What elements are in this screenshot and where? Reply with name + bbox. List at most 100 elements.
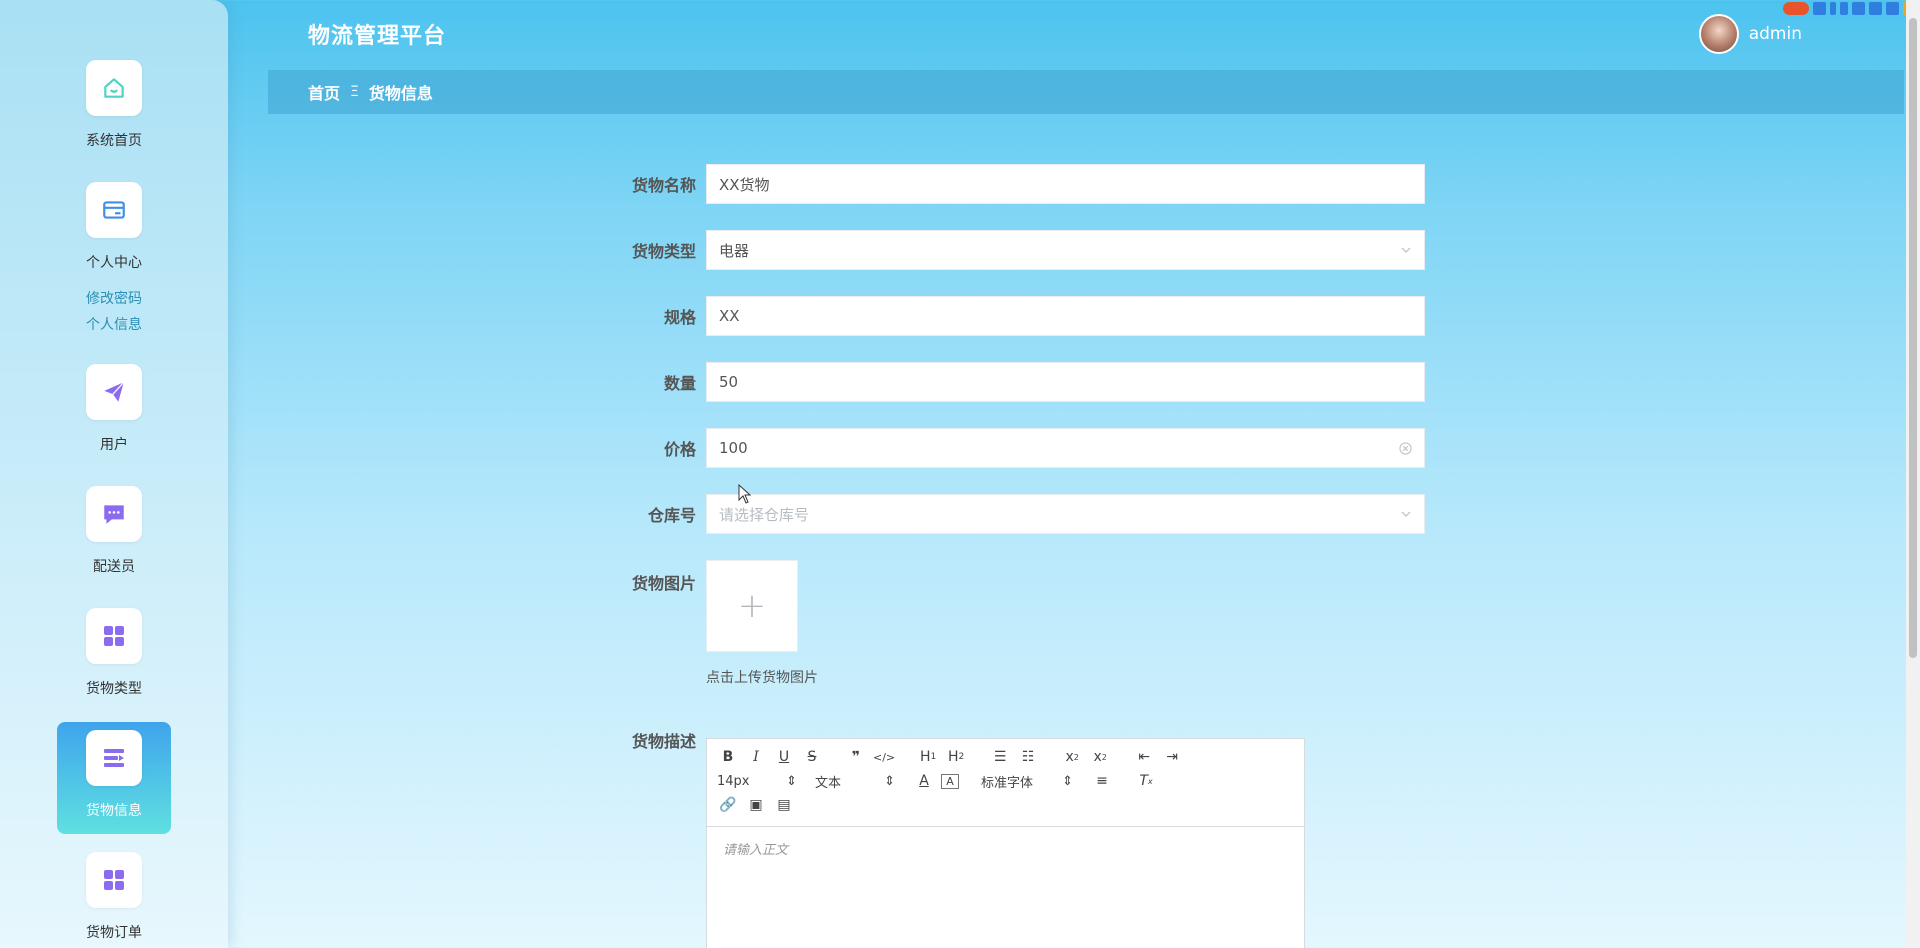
breadcrumb-separator: Ξ [350, 84, 359, 100]
ordered-list-icon[interactable]: ☰ [989, 749, 1011, 765]
spec-value: XX [719, 307, 740, 325]
chevron-down-icon [1401, 247, 1411, 253]
grid-icon [86, 852, 142, 908]
goods-type-value: 电器 [719, 241, 750, 260]
shirt-icon[interactable] [1869, 1, 1882, 15]
video-icon[interactable]: ▤ [773, 797, 795, 813]
sidebar-item-profile[interactable]: 个人中心 修改密码 个人信息 [57, 182, 171, 334]
strikethrough-icon[interactable]: S [801, 749, 823, 765]
form-row-warehouse: 仓库号 请选择仓库号 [600, 494, 1425, 534]
indent-icon[interactable]: ⇥ [1161, 749, 1183, 765]
heading-2-icon[interactable]: H2 [945, 749, 967, 765]
italic-icon[interactable]: I [745, 749, 767, 765]
mouse-cursor-icon [738, 484, 752, 504]
goods-name-value: XX货物 [719, 175, 770, 194]
editor-content[interactable]: 请输入正文 [707, 827, 1304, 870]
updown-icon: ⇕ [884, 773, 895, 789]
quantity-input[interactable]: 50 [706, 362, 1425, 402]
form-row-name: 货物名称 XX货物 [600, 164, 1425, 204]
subscript-icon[interactable]: x2 [1061, 749, 1083, 765]
apps-icon[interactable] [1886, 1, 1899, 15]
keyboard-icon[interactable] [1852, 1, 1865, 15]
paper-plane-icon [86, 364, 142, 420]
list-icon [86, 730, 142, 786]
price-value: 100 [719, 439, 748, 457]
updown-icon: ⇕ [786, 773, 797, 789]
microphone-icon[interactable] [1840, 1, 1848, 15]
block-type-value: 文本 [815, 775, 842, 791]
price-input[interactable]: 100 [706, 428, 1425, 468]
image-upload-button[interactable]: + [706, 560, 798, 652]
font-color-icon[interactable]: A [913, 773, 935, 789]
user-menu[interactable]: admin [1698, 14, 1802, 54]
breadcrumb-home[interactable]: 首页 [308, 80, 340, 104]
sidebar-item-goods-info[interactable]: 货物信息 [57, 722, 171, 834]
align-left-icon[interactable]: ≡ [1091, 773, 1113, 789]
font-family-select[interactable]: 标准字体 ⇕ [981, 772, 1073, 791]
system-tray [1779, 0, 1920, 16]
home-icon [86, 60, 142, 116]
sidebar-item-label: 系统首页 [86, 133, 142, 149]
goods-name-input[interactable]: XX货物 [706, 164, 1425, 204]
field-label: 货物类型 [631, 242, 696, 261]
field-label: 货物图片 [631, 574, 696, 593]
font-size-value: 14px [717, 773, 750, 789]
sidebar-item-goods-orders[interactable]: 货物订单 [57, 852, 171, 942]
clear-icon[interactable] [1399, 441, 1412, 455]
link-icon[interactable]: 🔗 [717, 797, 739, 813]
sidebar: 系统首页 个人中心 修改密码 个人信息 用户 配送员 货物类型 货物信息 货物订… [0, 0, 228, 948]
underline-icon[interactable]: U [773, 749, 795, 765]
blockquote-icon[interactable]: ❞ [845, 749, 867, 765]
sidebar-item-label: 货物类型 [86, 681, 142, 697]
superscript-icon[interactable]: x2 [1089, 749, 1111, 765]
sidebar-item-goods-type[interactable]: 货物类型 [57, 608, 171, 698]
bullet-list-icon[interactable]: ☷ [1017, 749, 1039, 765]
clear-format-icon[interactable]: Tx [1135, 773, 1157, 789]
avatar[interactable] [1698, 14, 1739, 54]
field-label: 规格 [663, 308, 696, 327]
form-row-quantity: 数量 50 [600, 362, 1425, 402]
field-label: 仓库号 [647, 506, 696, 525]
sidebar-item-users[interactable]: 用户 [57, 364, 171, 454]
sidebar-item-label: 货物信息 [86, 803, 142, 819]
ime-logo-icon[interactable] [1783, 1, 1809, 15]
breadcrumb: 首页 Ξ 货物信息 [268, 70, 1904, 114]
outdent-icon[interactable]: ⇤ [1133, 749, 1155, 765]
bold-icon[interactable]: B [717, 749, 739, 765]
font-icon[interactable] [1813, 1, 1826, 15]
card-icon [86, 182, 142, 238]
spec-input[interactable]: XX [706, 296, 1425, 336]
submenu-change-password[interactable]: 修改密码 [57, 288, 171, 308]
chat-bubble-icon [86, 486, 142, 542]
quantity-value: 50 [719, 373, 739, 391]
page-scrollbar[interactable] [1906, 0, 1920, 948]
username: admin [1748, 24, 1802, 44]
editor-placeholder: 请输入正文 [723, 843, 789, 858]
app-title: 物流管理平台 [308, 24, 447, 49]
block-type-select[interactable]: 文本 ⇕ [815, 772, 895, 791]
field-label: 数量 [663, 374, 696, 393]
sidebar-item-home[interactable]: 系统首页 [57, 60, 171, 150]
field-label: 价格 [663, 440, 696, 459]
code-block-icon[interactable]: </> [873, 751, 895, 764]
form-row-type: 货物类型 电器 [600, 230, 1425, 270]
sidebar-item-label: 货物订单 [86, 925, 142, 941]
goods-type-select[interactable]: 电器 [706, 230, 1425, 270]
scrollbar-thumb[interactable] [1909, 18, 1917, 658]
punctuation-icon[interactable] [1830, 1, 1836, 15]
editor-toolbar: B I U S ❞ </> H1 H2 ☰ ☷ x2 x2 ⇤ ⇥ 14px ⇕ [707, 739, 1304, 827]
field-label: 货物描述 [631, 732, 696, 751]
form-row-description: 货物描述 [600, 728, 706, 752]
sidebar-item-label: 用户 [100, 437, 128, 453]
upload-hint: 点击上传货物图片 [706, 670, 818, 686]
sidebar-item-couriers[interactable]: 配送员 [57, 486, 171, 576]
background-color-icon[interactable]: A [941, 773, 959, 789]
submenu-personal-info[interactable]: 个人信息 [57, 314, 171, 334]
sidebar-item-label: 配送员 [93, 559, 135, 575]
heading-1-icon[interactable]: H1 [917, 749, 939, 765]
image-icon[interactable]: ▣ [745, 797, 767, 813]
plus-icon: + [737, 586, 767, 626]
font-size-select[interactable]: 14px ⇕ [717, 774, 797, 789]
form-row-spec: 规格 XX [600, 296, 1425, 336]
warehouse-select[interactable]: 请选择仓库号 [706, 494, 1425, 534]
